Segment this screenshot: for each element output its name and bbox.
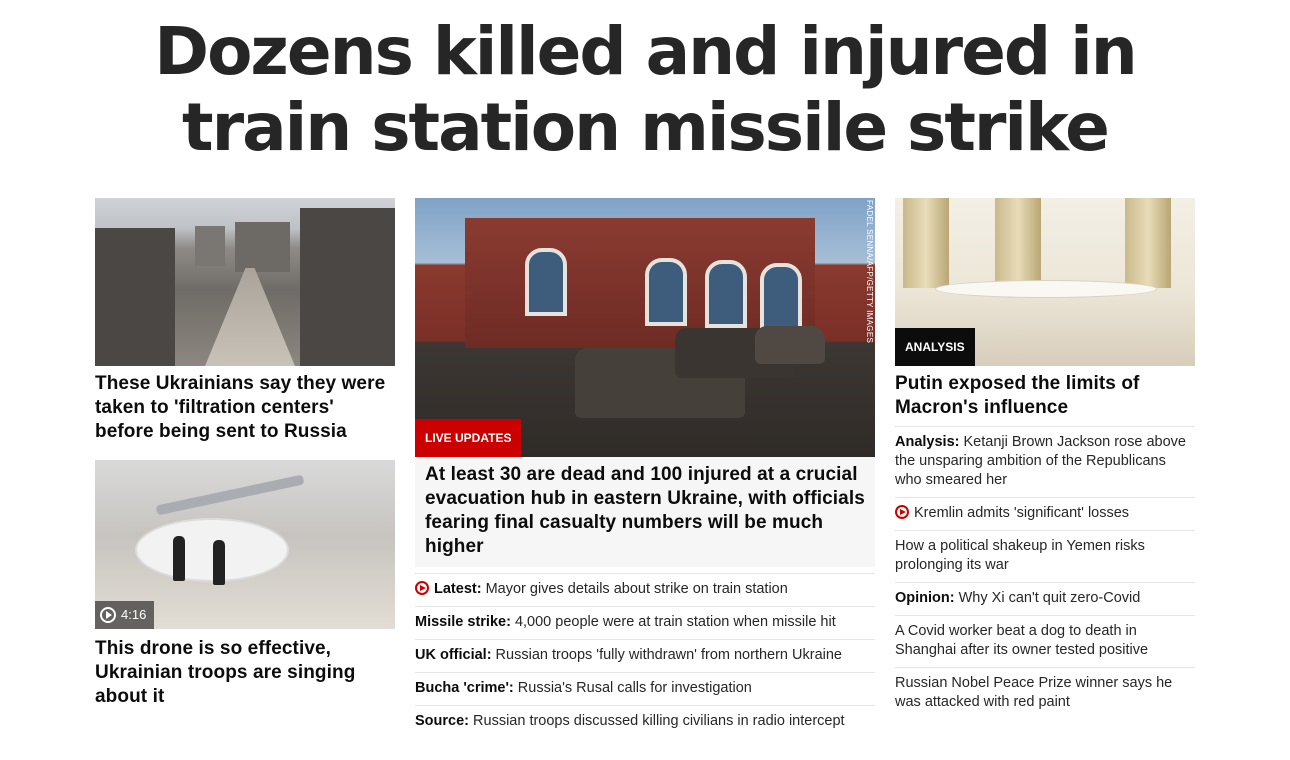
live-updates-badge: LIVE UPDATES <box>415 419 522 457</box>
right-column: ANALYSIS Putin exposed the limits of Mac… <box>895 198 1195 719</box>
mariupol-ruins-photo[interactable] <box>95 198 395 366</box>
link-text: How a political shakeup in Yemen risks p… <box>895 538 1145 573</box>
main-headline[interactable]: Dozens killed and injured in train stati… <box>60 14 1230 166</box>
link-prefix: Bucha 'crime': <box>415 680 514 696</box>
story-filtration-title[interactable]: These Ukrainians say they were taken to … <box>95 372 395 444</box>
lead-related-list: Latest: Mayor gives details about strike… <box>415 574 875 738</box>
link-text: Why Xi can't quit zero-Covid <box>954 590 1141 606</box>
headline-link-nobel[interactable]: Russian Nobel Peace Prize winner says he… <box>895 667 1195 719</box>
middle-column: FADEL SENNA/AFP/GETTY IMAGES LIVE UPDATE… <box>415 198 875 738</box>
play-icon <box>895 505 909 519</box>
drone-video-thumbnail[interactable]: 4:16 <box>95 460 395 629</box>
headline-link-kremlin[interactable]: Kremlin admits 'significant' losses <box>895 497 1195 530</box>
headline-link-yemen[interactable]: How a political shakeup in Yemen risks p… <box>895 530 1195 582</box>
headline-link-jackson[interactable]: Analysis: Ketanji Brown Jackson rose abo… <box>895 427 1195 497</box>
train-station-photo[interactable]: FADEL SENNA/AFP/GETTY IMAGES LIVE UPDATE… <box>415 198 875 457</box>
related-link-uk-official[interactable]: UK official: Russian troops 'fully withd… <box>415 639 875 672</box>
photo-credit: FADEL SENNA/AFP/GETTY IMAGES <box>865 200 874 344</box>
related-link-missile[interactable]: Missile strike: 4,000 people were at tra… <box>415 606 875 639</box>
play-icon <box>100 607 116 623</box>
right-headline-list: Analysis: Ketanji Brown Jackson rose abo… <box>895 427 1195 719</box>
left-column: These Ukrainians say they were taken to … <box>95 198 395 709</box>
analysis-badge: ANALYSIS <box>895 328 975 366</box>
link-text: Russian Nobel Peace Prize winner says he… <box>895 675 1173 710</box>
headline-link-xi[interactable]: Opinion: Why Xi can't quit zero-Covid <box>895 582 1195 615</box>
link-prefix: Opinion: <box>895 590 955 606</box>
link-prefix: UK official: <box>415 647 492 663</box>
lead-story-title[interactable]: At least 30 are dead and 100 injured at … <box>415 457 875 567</box>
link-prefix: Missile strike: <box>415 614 511 630</box>
link-text: Kremlin admits 'significant' losses <box>914 505 1130 521</box>
link-text: 4,000 people were at train station when … <box>510 614 836 630</box>
related-link-source[interactable]: Source: Russian troops discussed killing… <box>415 705 875 738</box>
link-prefix: Analysis: <box>895 434 960 450</box>
link-prefix: Source: <box>415 713 469 729</box>
link-text: Mayor gives details about strike on trai… <box>481 581 788 597</box>
story-putin-macron-title[interactable]: Putin exposed the limits of Macron's inf… <box>895 372 1195 420</box>
link-text: Russian troops 'fully withdrawn' from no… <box>491 647 842 663</box>
story-drone-title[interactable]: This drone is so effective, Ukrainian tr… <box>95 637 395 709</box>
related-link-bucha[interactable]: Bucha 'crime': Russia's Rusal calls for … <box>415 672 875 705</box>
link-text: Russian troops discussed killing civilia… <box>469 713 845 729</box>
link-prefix: Latest: <box>434 581 482 597</box>
link-text: Russia's Rusal calls for investigation <box>513 680 752 696</box>
related-link-latest[interactable]: Latest: Mayor gives details about strike… <box>415 574 875 606</box>
putin-macron-photo[interactable]: ANALYSIS <box>895 198 1195 366</box>
headline-link-shanghai[interactable]: A Covid worker beat a dog to death in Sh… <box>895 615 1195 667</box>
link-text: A Covid worker beat a dog to death in Sh… <box>895 623 1149 658</box>
video-duration: 4:16 <box>121 607 147 622</box>
video-duration-badge: 4:16 <box>95 601 155 629</box>
play-icon <box>415 581 429 595</box>
